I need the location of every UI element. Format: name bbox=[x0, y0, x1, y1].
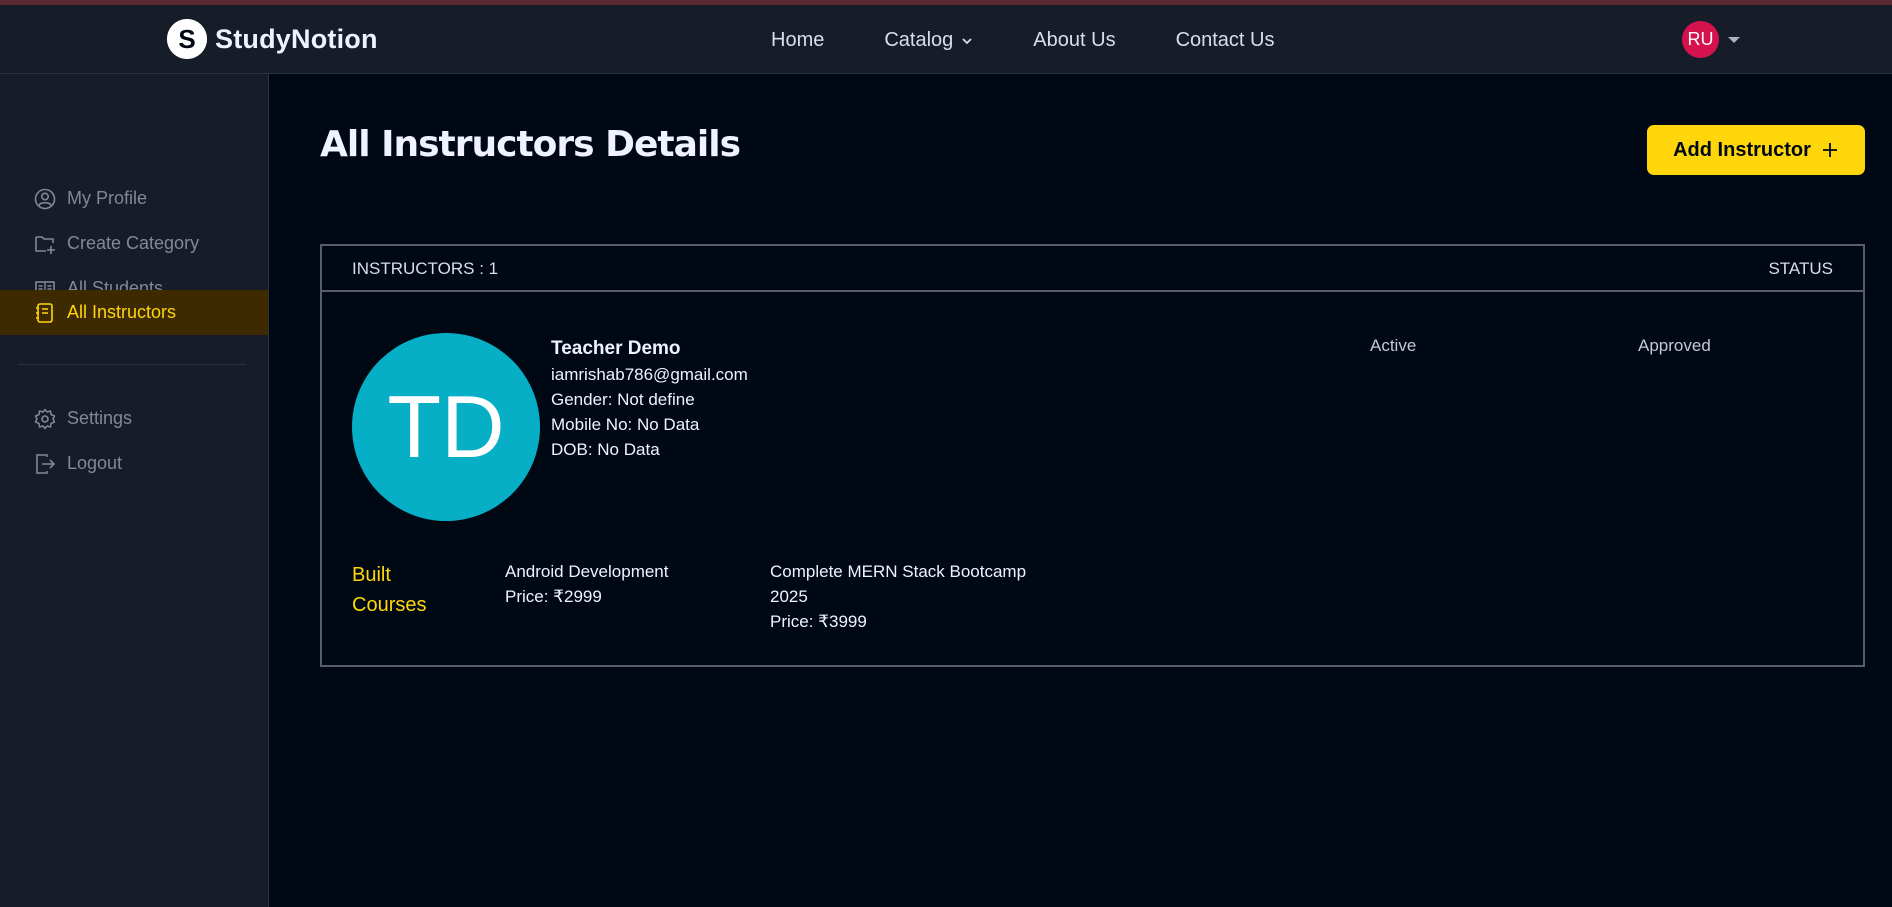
status-active: Active bbox=[1370, 336, 1417, 355]
sidebar-divider bbox=[18, 364, 246, 365]
nav-link-catalog-label: Catalog bbox=[884, 29, 954, 51]
sidebar-item-label: All Instructors bbox=[67, 302, 177, 322]
status-column-header: STATUS bbox=[1768, 259, 1833, 278]
table-header: INSTRUCTORS : 1 STATUS bbox=[322, 246, 1863, 292]
sidebar-item-settings[interactable]: Settings bbox=[0, 396, 268, 441]
sidebar-item-create-category[interactable]: Create Category bbox=[0, 221, 268, 266]
user-menu[interactable]: RU bbox=[1682, 21, 1741, 58]
sidebar-item-all-instructors[interactable]: All Instructors bbox=[0, 290, 268, 335]
brand-logo[interactable]: S StudyNotion bbox=[167, 19, 378, 59]
chevron-down-icon bbox=[962, 37, 972, 44]
course-name: Android Development bbox=[505, 562, 669, 581]
instructor-mobile: Mobile No: No Data bbox=[551, 415, 700, 434]
sidebar-item-label: Settings bbox=[67, 408, 133, 428]
logout-icon bbox=[34, 453, 56, 475]
logo-icon: S bbox=[167, 19, 207, 59]
page-title: All Instructors Details bbox=[320, 124, 741, 165]
course-item: Android Development Price: ₹2999 bbox=[505, 559, 668, 609]
instructor-dob: DOB: No Data bbox=[551, 440, 660, 459]
sidebar: My Profile Create Category All Students … bbox=[0, 74, 269, 907]
instructors-table: INSTRUCTORS : 1 STATUS TD Teacher Demo i… bbox=[320, 244, 1865, 667]
sidebar-item-label: Logout bbox=[67, 453, 123, 473]
instructor-email: iamrishab786@gmail.com bbox=[551, 365, 748, 384]
instructor-gender: Gender: Not define bbox=[551, 390, 695, 409]
main-content: All Instructors Details Add Instructor I… bbox=[269, 74, 1892, 907]
plus-icon bbox=[1822, 143, 1837, 157]
folder-plus-icon bbox=[34, 233, 56, 255]
course-item: Complete MERN Stack Bootcamp 2025 Price:… bbox=[770, 559, 1060, 634]
svg-text:S: S bbox=[178, 24, 195, 54]
add-instructor-button[interactable]: Add Instructor bbox=[1647, 125, 1865, 175]
nav-link-catalog[interactable]: Catalog bbox=[884, 29, 973, 52]
built-courses-label: Built Courses bbox=[352, 560, 426, 620]
table-row: TD Teacher Demo iamrishab786@gmail.com G… bbox=[322, 292, 1863, 665]
top-navbar: S StudyNotion Home Catalog About Us Cont… bbox=[0, 5, 1892, 74]
course-price: Price: ₹2999 bbox=[505, 587, 602, 606]
sidebar-item-my-profile[interactable]: My Profile bbox=[0, 176, 268, 221]
user-circle-icon bbox=[34, 188, 56, 210]
notebook-icon bbox=[34, 302, 56, 324]
instructor-info: Teacher Demo iamrishab786@gmail.com Gend… bbox=[551, 336, 748, 462]
built-courses-label-line1: Built bbox=[352, 564, 391, 586]
nav-links: Home Catalog About Us Contact Us bbox=[771, 29, 1335, 52]
nav-link-about[interactable]: About Us bbox=[1033, 29, 1115, 52]
status-approved: Approved bbox=[1638, 336, 1711, 355]
nav-link-contact[interactable]: Contact Us bbox=[1176, 29, 1275, 52]
gear-icon bbox=[34, 408, 56, 430]
built-courses-label-line2: Courses bbox=[352, 594, 427, 616]
brand-name: StudyNotion bbox=[215, 23, 378, 54]
instructor-avatar: TD bbox=[352, 333, 540, 521]
nav-link-home[interactable]: Home bbox=[771, 29, 824, 52]
sidebar-item-logout[interactable]: Logout bbox=[0, 441, 268, 486]
course-price: Price: ₹3999 bbox=[770, 612, 867, 631]
course-name: Complete MERN Stack Bootcamp 2025 bbox=[770, 562, 1027, 606]
instructor-name: Teacher Demo bbox=[551, 338, 681, 359]
avatar[interactable]: RU bbox=[1682, 21, 1719, 58]
instructor-count: INSTRUCTORS : 1 bbox=[352, 259, 499, 278]
sidebar-item-label: My Profile bbox=[67, 188, 148, 208]
add-instructor-label: Add Instructor bbox=[1673, 138, 1811, 161]
caret-down-icon[interactable] bbox=[1727, 35, 1741, 45]
sidebar-item-label: Create Category bbox=[67, 233, 200, 253]
